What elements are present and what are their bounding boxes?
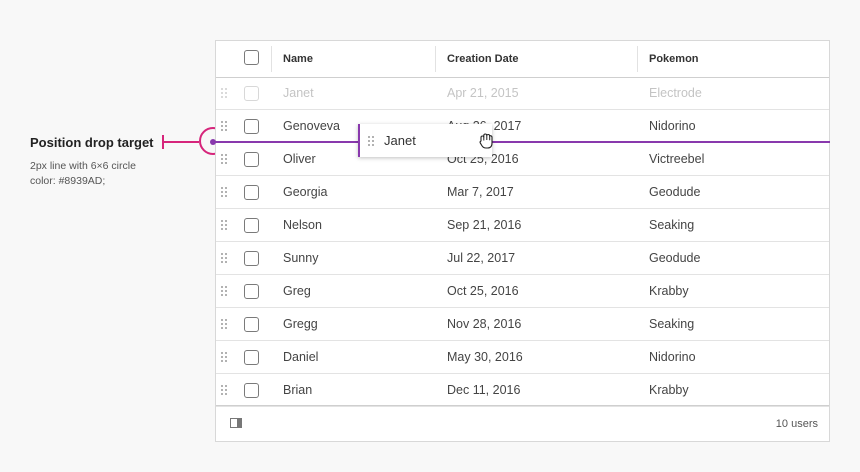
table-row[interactable]: Georgia Mar 7, 2017 Geodude bbox=[216, 176, 829, 209]
column-header-creation-date[interactable]: Creation Date bbox=[447, 41, 519, 77]
drag-handle-icon[interactable] bbox=[221, 286, 229, 296]
table-row[interactable]: Oliver Oct 25, 2016 Victreebel bbox=[216, 143, 829, 176]
drag-handle-icon[interactable] bbox=[221, 187, 229, 197]
cell-pokemon: Nidorino bbox=[649, 119, 696, 133]
drag-handle-icon[interactable] bbox=[221, 253, 229, 263]
cell-pokemon: Seaking bbox=[649, 317, 695, 331]
grid-header: Name Creation Date Pokemon bbox=[216, 41, 829, 78]
table-row[interactable]: Gregg Nov 28, 2016 Seaking bbox=[216, 308, 829, 341]
column-separator bbox=[271, 46, 272, 72]
cell-creation-date: Sep 21, 2016 bbox=[447, 218, 522, 232]
column-header-pokemon[interactable]: Pokemon bbox=[649, 41, 699, 77]
column-panel-icon[interactable] bbox=[230, 418, 242, 428]
table-row[interactable]: Sunny Jul 22, 2017 Geodude bbox=[216, 242, 829, 275]
cell-pokemon: Krabby bbox=[649, 383, 689, 397]
cell-pokemon: Victreebel bbox=[649, 152, 705, 166]
row-count: 10 users bbox=[775, 418, 818, 430]
row-checkbox[interactable] bbox=[244, 152, 259, 167]
annotation-description: 2px line with 6×6 circle color: #8939AD; bbox=[30, 160, 136, 187]
cell-name: Sunny bbox=[283, 251, 319, 265]
cell-name: Brian bbox=[283, 383, 313, 397]
drag-handle-icon[interactable] bbox=[221, 220, 229, 230]
table-row[interactable]: Brian Dec 11, 2016 Krabby bbox=[216, 374, 829, 407]
annotation-title: Position drop target bbox=[30, 135, 154, 150]
cell-creation-date: Dec 11, 2016 bbox=[447, 383, 521, 397]
column-header-name[interactable]: Name bbox=[283, 41, 313, 77]
drag-handle-icon[interactable] bbox=[221, 385, 229, 395]
cell-name: Janet bbox=[283, 86, 314, 100]
row-checkbox[interactable] bbox=[244, 119, 259, 134]
row-checkbox[interactable] bbox=[244, 218, 259, 233]
table-row[interactable]: Greg Oct 25, 2016 Krabby bbox=[216, 275, 829, 308]
cell-creation-date: Mar 7, 2017 bbox=[447, 185, 514, 199]
cell-pokemon: Electrode bbox=[649, 86, 702, 100]
cell-name: Nelson bbox=[283, 218, 322, 232]
drag-handle-icon[interactable] bbox=[221, 154, 229, 164]
drag-handle-icon[interactable] bbox=[221, 319, 229, 329]
row-checkbox[interactable] bbox=[244, 86, 259, 101]
drop-target-dot bbox=[210, 139, 216, 145]
table-row[interactable]: Nelson Sep 21, 2016 Seaking bbox=[216, 209, 829, 242]
row-checkbox[interactable] bbox=[244, 185, 259, 200]
row-checkbox[interactable] bbox=[244, 317, 259, 332]
cell-pokemon: Geodude bbox=[649, 185, 701, 199]
cell-name: Daniel bbox=[283, 350, 319, 364]
drag-handle-icon[interactable] bbox=[221, 352, 229, 362]
cell-creation-date: Jul 22, 2017 bbox=[447, 251, 516, 265]
data-grid: Name Creation Date Pokemon Janet Apr 21, … bbox=[215, 40, 830, 442]
annotation-pointer-line bbox=[163, 141, 199, 143]
cell-pokemon: Krabby bbox=[649, 284, 689, 298]
cell-creation-date: May 30, 2016 bbox=[447, 350, 523, 364]
cell-name: Georgia bbox=[283, 185, 328, 199]
cell-creation-date: Nov 28, 2016 bbox=[447, 317, 522, 331]
table-row[interactable]: Daniel May 30, 2016 Nidorino bbox=[216, 341, 829, 374]
cell-creation-date: Oct 25, 2016 bbox=[447, 284, 519, 298]
column-separator[interactable] bbox=[637, 46, 638, 72]
cell-creation-date: Apr 21, 2015 bbox=[447, 86, 519, 100]
row-checkbox[interactable] bbox=[244, 350, 259, 365]
drag-handle-icon[interactable] bbox=[221, 88, 229, 98]
cell-name: Genoveva bbox=[283, 119, 340, 133]
grab-hand-icon bbox=[479, 133, 493, 149]
select-all-checkbox[interactable] bbox=[244, 50, 259, 65]
row-checkbox[interactable] bbox=[244, 251, 259, 266]
drag-ghost-row[interactable]: Janet bbox=[358, 124, 493, 157]
grid-footer: 10 users bbox=[216, 405, 829, 442]
drag-ghost-label: Janet bbox=[384, 133, 416, 148]
cell-name: Gregg bbox=[283, 317, 318, 331]
cell-name: Oliver bbox=[283, 152, 316, 166]
column-separator[interactable] bbox=[435, 46, 436, 72]
drag-handle-icon[interactable] bbox=[221, 121, 229, 131]
row-checkbox[interactable] bbox=[244, 284, 259, 299]
cell-pokemon: Geodude bbox=[649, 251, 701, 265]
drag-handle-icon bbox=[368, 136, 376, 146]
table-row[interactable]: Janet Apr 21, 2015 Electrode bbox=[216, 77, 829, 110]
table-row[interactable]: GenovevaAug 26, 2017Nidorino bbox=[216, 110, 829, 143]
cell-pokemon: Seaking bbox=[649, 218, 695, 232]
cell-name: Greg bbox=[283, 284, 311, 298]
cell-pokemon: Nidorino bbox=[649, 350, 696, 364]
drop-target-line bbox=[215, 141, 830, 143]
row-checkbox[interactable] bbox=[244, 383, 259, 398]
